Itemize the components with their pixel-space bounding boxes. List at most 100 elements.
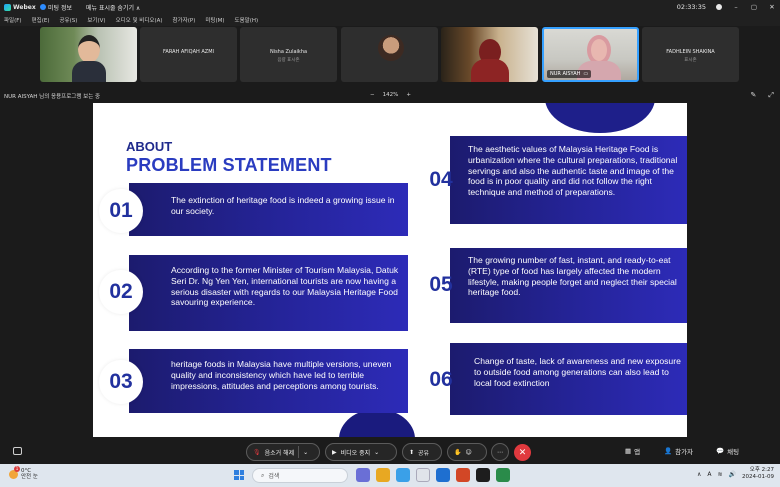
app-name: Webex <box>13 3 36 11</box>
menu-meeting[interactable]: 미팅(M) <box>205 16 224 24</box>
problem-text: The extinction of heritage food is indee… <box>171 195 395 216</box>
chevron-up-icon[interactable]: ∧ <box>697 471 701 478</box>
problem-text: heritage foods in Malaysia have multiple… <box>171 359 392 391</box>
maximize-icon[interactable]: ▢ <box>750 3 758 11</box>
meeting-info-label: 미팅 정보 <box>48 4 72 12</box>
taskbar-clock[interactable]: 오후 2:27 2024-01-09 <box>742 467 774 481</box>
clock-time: 오후 2:27 <box>749 467 774 473</box>
participants-button[interactable]: 👤 참가자 <box>664 446 693 456</box>
stop-video-button[interactable]: ▶ 비디오 중지 ⌄ <box>325 443 397 461</box>
webex-logo-icon <box>4 3 11 11</box>
leave-button[interactable]: ✕ <box>514 444 531 461</box>
participant-strip: FARAH AFIQAH AZMI Nisha Zulaikha 음량 표시존 … <box>0 27 780 83</box>
annotate-icon[interactable]: ✎ <box>751 91 757 100</box>
apps-label: 앱 <box>634 448 641 456</box>
edge-browser-icon[interactable] <box>396 468 410 482</box>
apps-button[interactable]: ▦ 앱 <box>625 446 640 456</box>
chevron-down-icon[interactable]: ⌄ <box>374 449 379 456</box>
powerpoint-app-icon[interactable] <box>456 468 470 482</box>
wifi-icon[interactable]: ≋ <box>718 471 723 478</box>
problem-card: According to the former Minister of Tour… <box>129 255 408 331</box>
participant-name: Nisha Zulaikha <box>269 49 308 55</box>
mute-label: 음소거 해제 <box>264 449 295 457</box>
webex-app-icon[interactable] <box>476 468 490 482</box>
share-icon: ⬆ <box>409 448 415 456</box>
captions-icon[interactable] <box>13 447 22 455</box>
viewing-label: NUR AISYAH 님의 응용프로그램 보는 중 <box>4 94 101 100</box>
meeting-timer: 02:33:35 <box>676 3 706 11</box>
menu-audio-video[interactable]: 오디오 및 비디오(A) <box>116 16 163 24</box>
menu-bar: 파일(F) 편집(E) 공유(S) 보기(V) 오디오 및 비디오(A) 참가자… <box>0 14 780 26</box>
participant-name: FARAH AFIQAH AZMI <box>163 49 214 55</box>
participant-name-overlay: NUR AISYAH ▭ <box>547 70 592 78</box>
reaction-icon: ☺ <box>465 448 472 456</box>
mic-off-icon: 🎙 <box>253 448 261 456</box>
problem-number: 06 <box>429 368 453 391</box>
file-explorer-icon[interactable] <box>376 468 390 482</box>
problem-card: heritage foods in Malaysia have multiple… <box>129 349 408 413</box>
word-app-icon[interactable] <box>436 468 450 482</box>
store-app-icon[interactable] <box>416 468 430 482</box>
menu-file[interactable]: 파일(F) <box>4 16 22 24</box>
problem-text: According to the former Minister of Tour… <box>171 265 399 308</box>
video-icon: ▶ <box>332 448 337 456</box>
close-icon[interactable]: ✕ <box>768 3 776 11</box>
slide-about-label: ABOUT <box>126 139 173 154</box>
teams-app-icon[interactable] <box>356 468 370 482</box>
keyboard-language-icon[interactable]: A <box>707 471 711 478</box>
menu-share[interactable]: 공유(S) <box>59 16 77 24</box>
meeting-controls: 🎙 음소거 해제 ⌄ ▶ 비디오 중지 ⌄ ⬆ 공유 ✋ ☺ ⋯ ✕ ▦ 앱 👤… <box>0 440 780 464</box>
chevron-down-icon[interactable]: ⌄ <box>303 449 308 456</box>
info-icon <box>40 4 46 10</box>
zoom-level: 142% <box>382 92 399 98</box>
menu-view[interactable]: 보기(V) <box>87 16 105 24</box>
taskbar-search[interactable]: ⌕ 검색 <box>252 468 348 483</box>
participant-tile[interactable] <box>40 27 137 82</box>
apps-icon: ▦ <box>625 447 632 455</box>
problem-card: The growing number of fast, instant, and… <box>450 248 687 323</box>
minimize-icon[interactable]: – <box>732 3 740 11</box>
participant-status: 음량 표시존 <box>277 58 300 63</box>
share-label: 공유 <box>418 449 430 457</box>
participant-body <box>471 59 509 82</box>
zoom-control: − 142% + <box>370 92 411 98</box>
participant-video <box>78 35 100 63</box>
fullscreen-icon[interactable]: ⤢ <box>768 91 774 100</box>
hand-icon: ✋ <box>454 448 462 456</box>
search-placeholder: 검색 <box>268 473 280 480</box>
chat-button[interactable]: 💬 채팅 <box>716 446 739 456</box>
screen-share-icon: ▭ <box>583 71 589 77</box>
mute-button[interactable]: 🎙 음소거 해제 ⌄ <box>246 443 320 461</box>
zoom-out-button[interactable]: − <box>370 92 375 98</box>
hide-menu-button[interactable]: 메뉴 표시줄 숨기기 ∧ <box>86 3 140 12</box>
decorative-circle <box>545 103 655 133</box>
chat-label: 채팅 <box>727 448 740 456</box>
participant-tile[interactable]: Nisha Zulaikha 음량 표시존 <box>240 27 337 82</box>
title-bar: Webex 미팅 정보 메뉴 표시줄 숨기기 ∧ 02:33:35 – ▢ ✕ <box>0 0 780 14</box>
menu-edit[interactable]: 편집(E) <box>32 16 50 24</box>
zoom-in-button[interactable]: + <box>406 92 411 98</box>
reactions-button[interactable]: ✋ ☺ <box>447 443 487 461</box>
participant-tile[interactable] <box>441 27 538 82</box>
participant-tile[interactable]: FADHLEIN SHAKINA 표시존 <box>642 27 739 82</box>
taskbar: 0°C 안전 눈 1 ⌕ 검색 ∧ A ≋ 🔊 오후 2:27 2024-01-… <box>0 464 780 487</box>
decorative-circle <box>339 409 415 437</box>
volume-icon[interactable]: 🔊 <box>729 471 736 478</box>
search-icon: ⌕ <box>261 471 265 479</box>
menu-participants[interactable]: 참가자(P) <box>173 16 196 24</box>
chrome-app-icon[interactable] <box>496 468 510 482</box>
participant-tile-active[interactable]: NUR AISYAH ▭ <box>542 27 639 82</box>
participant-tile[interactable]: FARAH AFIQAH AZMI <box>140 27 237 82</box>
participant-tile[interactable] <box>341 27 438 82</box>
start-button[interactable] <box>234 470 244 480</box>
problem-number: 02 <box>99 270 143 314</box>
video-label: 비디오 중지 <box>340 449 371 457</box>
problem-text: Change of taste, lack of awareness and n… <box>474 356 681 388</box>
share-button[interactable]: ⬆ 공유 <box>402 443 442 461</box>
problem-number: 05 <box>429 273 453 296</box>
more-button[interactable]: ⋯ <box>491 443 509 461</box>
participant-name: FADHLEIN SHAKINA <box>666 49 715 55</box>
menu-help[interactable]: 도움말(H) <box>235 16 259 24</box>
slide-title: PROBLEM STATEMENT <box>126 155 332 175</box>
meeting-info-button[interactable]: 미팅 정보 <box>40 3 72 12</box>
